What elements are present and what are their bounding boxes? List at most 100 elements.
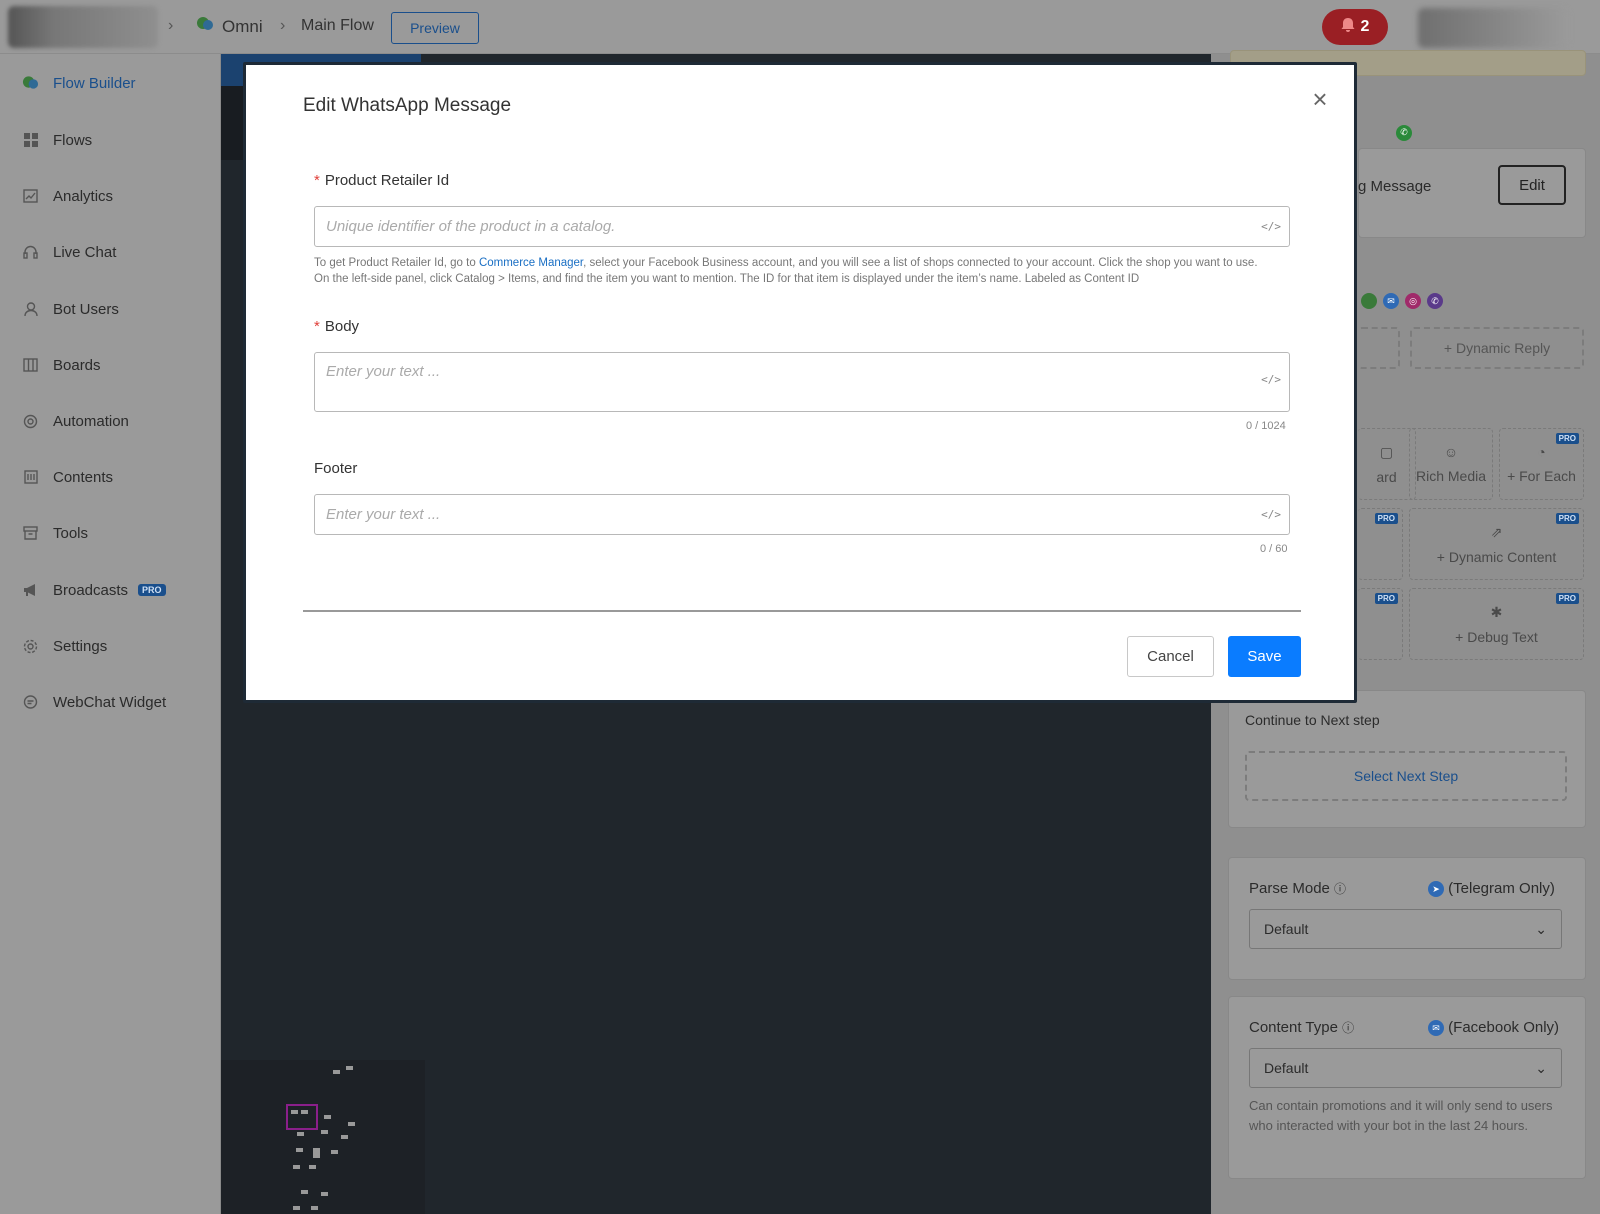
sidebar-item-tools[interactable]: Tools	[22, 518, 88, 548]
save-button[interactable]: Save	[1228, 636, 1301, 677]
user-menu[interactable]	[1418, 8, 1568, 48]
sidebar-item-label: Broadcasts	[53, 581, 129, 599]
minimap-node	[309, 1165, 316, 1169]
sidebar-item-analytics[interactable]: Analytics	[22, 181, 113, 211]
brand-logo[interactable]	[8, 6, 158, 48]
minimap-node	[293, 1206, 300, 1210]
required-asterisk: *	[314, 318, 320, 335]
omni-channel-icon	[1361, 293, 1377, 309]
sidebar-item-label: WebChat Widget	[53, 693, 167, 711]
sidebar-item-bot-users[interactable]: Bot Users	[22, 294, 119, 324]
omni-chat-icon	[196, 16, 214, 37]
body-textarea[interactable]: Enter your text ... </>	[314, 352, 1290, 412]
info-icon[interactable]: ⓘ	[1334, 882, 1346, 896]
debug-text-tile[interactable]: PRO ✱ + Debug Text	[1409, 588, 1584, 660]
required-asterisk: *	[314, 172, 320, 189]
sidebar-item-flows[interactable]: Flows	[22, 125, 92, 155]
megaphone-icon	[22, 582, 39, 599]
sidebar-item-broadcasts[interactable]: Broadcasts PRO	[22, 575, 166, 605]
code-icon[interactable]: </>	[1261, 373, 1281, 386]
sidebar-item-automation[interactable]: Automation	[22, 406, 129, 436]
body-char-counter: 0 / 1024	[1246, 420, 1286, 432]
tile-stub[interactable]: PRO	[1358, 508, 1403, 580]
continue-label: Continue to Next step	[1245, 712, 1380, 728]
info-icon[interactable]: ⓘ	[1342, 1021, 1354, 1035]
body-label-text: Body	[324, 318, 360, 335]
parse-mode-label-text: Parse Mode	[1249, 880, 1330, 897]
toolbox-icon	[22, 525, 39, 542]
sidebar-item-contents[interactable]: Contents	[22, 462, 113, 492]
cancel-button[interactable]: Cancel	[1127, 636, 1214, 677]
modal-title: Edit WhatsApp Message	[303, 95, 512, 116]
sidebar-item-label: Settings	[53, 637, 108, 655]
sidebar-item-live-chat[interactable]: Live Chat	[22, 237, 116, 267]
telegram-only-text: (Telegram Only)	[1448, 880, 1555, 897]
minimap-node	[333, 1070, 340, 1074]
reply-slot[interactable]	[1358, 327, 1400, 369]
minimap-node	[313, 1148, 320, 1158]
edit-whatsapp-message-modal: Edit WhatsApp Message × * Product Retaile…	[243, 62, 1357, 703]
dynamic-content-tile[interactable]: PRO ⇗ + Dynamic Content	[1409, 508, 1584, 580]
parse-mode-select[interactable]: Default ⌄	[1249, 909, 1562, 949]
modal-divider	[303, 610, 1301, 612]
minimap-node	[341, 1135, 348, 1139]
headset-icon	[22, 244, 39, 261]
sidebar-item-label: Boards	[53, 356, 101, 374]
breadcrumb-omni[interactable]: Omni	[196, 16, 263, 37]
rich-media-icon: ☺	[1443, 444, 1459, 460]
for-each-tile[interactable]: PRO ◔ + For Each	[1499, 428, 1584, 500]
content-type-label: Content Type ⓘ	[1249, 1019, 1354, 1036]
sidebar-item-settings[interactable]: Settings	[22, 631, 107, 661]
sidebar-item-flow-builder[interactable]: Flow Builder	[22, 68, 136, 98]
minimap[interactable]	[221, 1060, 425, 1214]
breadcrumb-separator-icon: ›	[280, 17, 286, 34]
minimap-node	[321, 1192, 328, 1196]
content-type-select[interactable]: Default ⌄	[1249, 1048, 1562, 1088]
code-icon[interactable]: </>	[1261, 207, 1281, 246]
parse-mode-value: Default	[1264, 921, 1309, 937]
messenger-icon: ✉	[1428, 1020, 1444, 1037]
breadcrumb-separator-icon: ›	[168, 17, 174, 34]
minimap-node	[324, 1115, 331, 1119]
board-icon	[22, 357, 39, 374]
sidebar: Flow Builder Flows Analytics Live Chat B…	[0, 54, 221, 1214]
parse-mode-label: Parse Mode ⓘ	[1249, 880, 1346, 897]
edit-button[interactable]: Edit	[1498, 165, 1566, 205]
minimap-node	[297, 1132, 304, 1136]
code-icon[interactable]: </>	[1261, 495, 1281, 534]
tile-label: + Debug Text	[1455, 628, 1538, 645]
facebook-only-text: (Facebook Only)	[1448, 1019, 1560, 1036]
footer-input[interactable]: Enter your text ... </>	[314, 494, 1290, 535]
close-icon[interactable]: ×	[1308, 86, 1332, 112]
contents-icon	[22, 469, 39, 486]
dynamic-reply-button[interactable]: + Dynamic Reply	[1410, 327, 1584, 369]
product-retailer-id-input[interactable]: Unique identifier of the product in a ca…	[314, 206, 1290, 247]
sidebar-item-label: Automation	[53, 412, 129, 430]
minimap-node	[301, 1110, 308, 1114]
minimap-node	[346, 1066, 353, 1070]
pro-badge: PRO	[1555, 593, 1579, 604]
sidebar-item-label: Analytics	[53, 187, 114, 205]
content-type-label-text: Content Type	[1249, 1019, 1338, 1036]
card-tile[interactable]: ▢ ard	[1358, 428, 1416, 500]
rich-media-tile[interactable]: ☺ Rich Media	[1409, 428, 1493, 500]
sidebar-item-webchat-widget[interactable]: WebChat Widget	[22, 687, 166, 717]
flow-builder-icon	[22, 75, 39, 92]
messenger-icon: ✉	[1383, 293, 1399, 309]
clock-icon: ◔	[1537, 444, 1546, 460]
sidebar-item-boards[interactable]: Boards	[22, 350, 101, 380]
minimap-node	[301, 1190, 308, 1194]
tile-label: + For Each	[1507, 468, 1576, 484]
breadcrumb-main-flow[interactable]: Main Flow	[301, 17, 374, 35]
commerce-manager-link[interactable]: Commerce Manager	[479, 257, 583, 269]
select-next-step-button[interactable]: Select Next Step	[1245, 751, 1567, 801]
minimap-viewport[interactable]	[286, 1104, 318, 1130]
viber-icon: ✆	[1427, 293, 1443, 309]
chart-icon	[22, 188, 39, 205]
minimap-node	[291, 1110, 298, 1114]
preview-button[interactable]: Preview	[391, 12, 479, 44]
external-link-icon: ⇗	[1490, 523, 1503, 540]
notification-button[interactable]: 2	[1322, 9, 1388, 45]
tile-stub[interactable]: PRO	[1358, 588, 1403, 660]
footer-label: Footer	[314, 460, 358, 477]
